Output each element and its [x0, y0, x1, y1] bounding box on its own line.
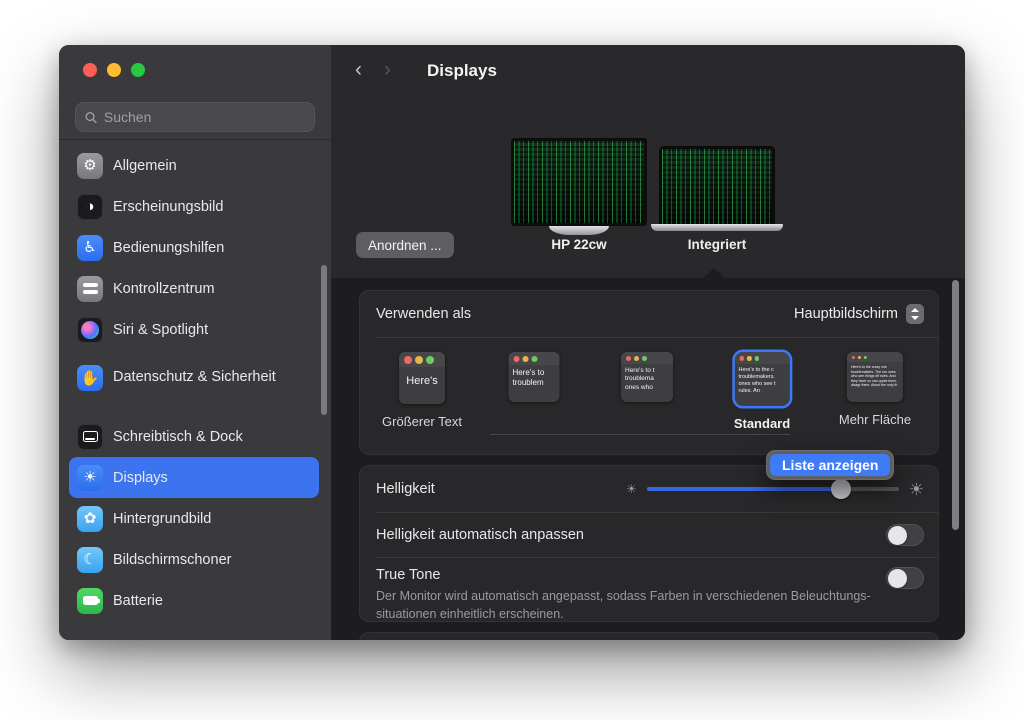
sidebar-item-schreibtisch-dock[interactable]: Schreibtisch & Dock [69, 416, 319, 457]
desktop-dock-icon [77, 424, 103, 450]
laptop-base [651, 224, 783, 231]
sidebar-item-label: Allgemein [113, 158, 177, 174]
search-input[interactable] [104, 109, 305, 125]
sidebar-item-label: Schreibtisch & Dock [113, 429, 243, 445]
next-card-partial [359, 632, 939, 640]
use-as-label: Verwenden als [376, 306, 471, 322]
brightness-slider-knob[interactable] [831, 479, 851, 499]
scaling-option-label: Größerer Text [382, 414, 462, 429]
traffic-lights [83, 63, 145, 77]
sidebar-item-bedienungshilfen[interactable]: ♿ Bedienungshilfen [69, 227, 319, 268]
scaling-option-3[interactable]: Here's to t troublema ones who [621, 352, 673, 402]
appearance-icon: ◑ [77, 194, 103, 220]
auto-brightness-label: Helligkeit automatisch anpassen [376, 527, 584, 543]
sidebar-item-batterie[interactable]: Batterie [69, 580, 319, 621]
minimize-button[interactable] [107, 63, 121, 77]
wallpaper-flower-icon: ✿ [77, 506, 103, 532]
context-menu: Liste anzeigen [766, 450, 894, 480]
brightness-slider-fill [647, 487, 841, 491]
laptop-wallpaper [662, 149, 772, 224]
sidebar-item-label: Bedienungshilfen [113, 240, 224, 256]
accessibility-icon: ♿ [77, 235, 103, 261]
true-tone-toggle[interactable] [886, 567, 924, 589]
sidebar-item-siri-spotlight[interactable]: Siri & Spotlight [69, 309, 319, 350]
selected-display-caret [703, 268, 725, 278]
search-icon [85, 111, 97, 124]
forward-chevron-icon[interactable]: › [384, 58, 391, 82]
system-settings-window: ⚙ Allgemein ◑ Erscheinungsbild ♿ Bedienu… [59, 45, 965, 640]
zoom-button[interactable] [131, 63, 145, 77]
scaling-preview-text: Here's to the c troublemakers. ones who … [735, 364, 790, 399]
settings-panel: Verwenden als Hauptbildschirm Here's Grö… [331, 278, 965, 640]
sidebar-item-label: Erscheinungsbild [113, 199, 223, 215]
brightness-card: Helligkeit ☀ ☀ Helligkeit automatisch an… [359, 465, 939, 622]
close-button[interactable] [83, 63, 97, 77]
brightness-label: Helligkeit [376, 481, 435, 497]
true-tone-label: True Tone [376, 567, 886, 583]
monitor-name-label: HP 22cw [511, 237, 647, 252]
scaling-preview-text: Here's [399, 367, 445, 390]
back-chevron-icon[interactable]: ‹ [355, 58, 362, 82]
sidebar-item-bildschirmschoner[interactable]: ☾ Bildschirmschoner [69, 539, 319, 580]
brightness-bright-icon: ☀ [909, 481, 924, 498]
sidebar: ⚙ Allgemein ◑ Erscheinungsbild ♿ Bedienu… [59, 45, 331, 640]
main-scrollbar[interactable] [952, 280, 959, 530]
control-center-icon [77, 276, 103, 302]
monitor-stand [549, 226, 609, 235]
builtin-display-thumbnail[interactable] [659, 146, 775, 224]
show-list-menu-item[interactable]: Liste anzeigen [770, 454, 890, 476]
external-monitor-thumbnail[interactable] [511, 138, 647, 226]
brightness-dim-icon: ☀ [626, 483, 637, 495]
sidebar-group-gap [69, 406, 319, 416]
sidebar-item-erscheinungsbild[interactable]: ◑ Erscheinungsbild [69, 186, 319, 227]
use-as-value: Hauptbildschirm [794, 306, 898, 322]
sidebar-item-kontrollzentrum[interactable]: Kontrollzentrum [69, 268, 319, 309]
search-field[interactable] [75, 102, 315, 132]
true-tone-description: Der Monitor wird automatisch angepasst, … [376, 587, 886, 623]
sidebar-item-allgemein[interactable]: ⚙ Allgemein [69, 145, 319, 186]
page-title: Displays [427, 61, 497, 81]
use-as-dropdown[interactable] [906, 304, 924, 324]
scaling-preview-text: Here's to the crazy one troublemakers. T… [847, 362, 903, 391]
builtin-name-label: Integriert [659, 237, 775, 252]
brightness-slider[interactable] [647, 479, 899, 499]
siri-icon [77, 317, 103, 343]
scaling-option-more-space[interactable]: Here's to the crazy one troublemakers. T… [839, 352, 911, 427]
sidebar-nav: ⚙ Allgemein ◑ Erscheinungsbild ♿ Bedienu… [69, 145, 319, 621]
sidebar-item-label: Batterie [113, 593, 163, 609]
scaling-options: Here's Größerer Text Here's to troublem … [360, 338, 938, 456]
sidebar-item-label: Siri & Spotlight [113, 322, 208, 338]
scaling-option-standard-selected[interactable]: Here's to the c troublemakers. ones who … [734, 352, 790, 431]
sidebar-item-label: Displays [113, 470, 168, 486]
monitor-wallpaper [514, 141, 644, 223]
displays-sun-icon: ☀ [77, 465, 103, 491]
sidebar-item-label: Hintergrundbild [113, 511, 211, 527]
resolution-card: Verwenden als Hauptbildschirm Here's Grö… [359, 290, 939, 455]
gear-icon: ⚙ [77, 153, 103, 179]
auto-brightness-toggle[interactable] [886, 524, 924, 546]
sidebar-item-label: Kontrollzentrum [113, 281, 215, 297]
sidebar-item-label: Datenschutz & Sicherheit [113, 368, 276, 388]
sidebar-item-hintergrundbild[interactable]: ✿ Hintergrundbild [69, 498, 319, 539]
sidebar-item-label: Bildschirmschoner [113, 552, 231, 568]
arrange-button[interactable]: Anordnen ... [356, 232, 454, 258]
sidebar-item-datenschutz-sicherheit[interactable]: ✋ Datenschutz & Sicherheit [69, 350, 319, 406]
screensaver-moon-icon: ☾ [77, 547, 103, 573]
scaling-option-larger-text[interactable]: Here's Größerer Text [382, 352, 462, 429]
scaling-track-line [490, 434, 790, 435]
scaling-option-label: Standard [734, 416, 790, 431]
main-pane: ‹ › Displays HP 22cw Integriert Anordnen… [331, 45, 965, 640]
scaling-option-label: Mehr Fläche [839, 412, 911, 427]
sidebar-scrollbar[interactable] [321, 265, 327, 415]
battery-icon [77, 588, 103, 614]
scaling-preview-text: Here's to t troublema ones who [621, 364, 673, 395]
scaling-option-2[interactable]: Here's to troublem [509, 352, 560, 402]
scaling-preview-text: Here's to troublem [509, 365, 560, 392]
sidebar-item-displays[interactable]: ☀ Displays [69, 457, 319, 498]
privacy-hand-icon: ✋ [77, 365, 103, 391]
sidebar-divider [59, 139, 331, 140]
